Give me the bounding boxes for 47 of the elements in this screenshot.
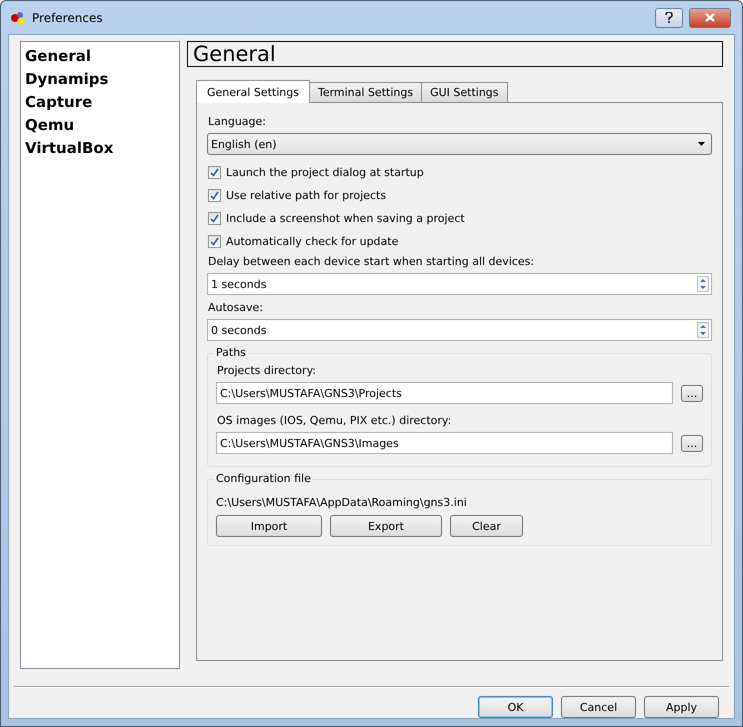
dialog-button[interactable]: OK — [478, 696, 553, 718]
help-icon — [665, 12, 673, 23]
browse-button[interactable]: ... — [681, 434, 703, 452]
window-title: Preferences — [32, 10, 104, 24]
checkbox[interactable] — [208, 235, 221, 248]
checkbox-label: Launch the project dialog at startup — [226, 166, 424, 179]
config-button[interactable]: Import — [216, 515, 322, 537]
tab[interactable]: GUI Settings — [421, 82, 508, 102]
page-title: General — [187, 41, 723, 67]
checkbox-label: Include a screenshot when saving a project — [226, 212, 465, 225]
close-icon — [705, 13, 715, 22]
category-item[interactable]: Dynamips — [25, 69, 175, 92]
tab[interactable]: General Settings — [196, 80, 310, 103]
path-field[interactable]: C:\Users\MUSTAFA\GNS3\Projects — [216, 382, 673, 404]
language-label: Language: — [208, 115, 267, 128]
checkbox-label: Automatically check for update — [226, 235, 398, 248]
category-item[interactable]: General — [25, 46, 175, 69]
category-item[interactable]: Qemu — [25, 115, 175, 138]
checkbox[interactable] — [208, 212, 221, 225]
checkbox[interactable] — [208, 189, 221, 202]
group-title: Paths — [214, 346, 248, 359]
close-button[interactable] — [689, 8, 731, 28]
tab[interactable]: Terminal Settings — [308, 82, 422, 102]
checkbox-label: Use relative path for projects — [226, 189, 386, 202]
app-icon — [10, 10, 26, 24]
category-item[interactable]: Capture — [25, 92, 175, 115]
category-item[interactable]: VirtualBox — [25, 138, 175, 161]
language-dropdown[interactable]: English (en) — [207, 133, 712, 155]
path-field[interactable]: C:\Users\MUSTAFA\GNS3\Images — [216, 432, 673, 454]
help-button[interactable] — [655, 8, 683, 28]
dialog-button[interactable]: Apply — [644, 696, 719, 718]
config-path: C:\Users\MUSTAFA\AppData\Roaming\gns3.ini — [216, 496, 468, 509]
field-label: Autosave: — [208, 301, 264, 314]
spin-box[interactable]: 1 seconds — [207, 273, 712, 295]
spin-arrows-icon — [697, 276, 709, 292]
group-title: Configuration file — [214, 472, 313, 485]
spin-arrows-icon — [697, 322, 709, 338]
field-label: Delay between each device start when starting all devices: — [208, 255, 536, 268]
dialog-button[interactable]: Cancel — [561, 696, 636, 718]
dropdown-arrow-icon — [698, 142, 705, 146]
browse-button[interactable]: ... — [681, 384, 703, 402]
field-label: Projects directory: — [217, 364, 317, 377]
field-label: OS images (IOS, Qemu, PIX etc.) directory: — [217, 414, 452, 427]
config-button[interactable]: Clear — [450, 515, 523, 537]
config-button[interactable]: Export — [330, 515, 442, 537]
spin-box[interactable]: 0 seconds — [207, 319, 712, 341]
checkbox[interactable] — [208, 166, 221, 179]
